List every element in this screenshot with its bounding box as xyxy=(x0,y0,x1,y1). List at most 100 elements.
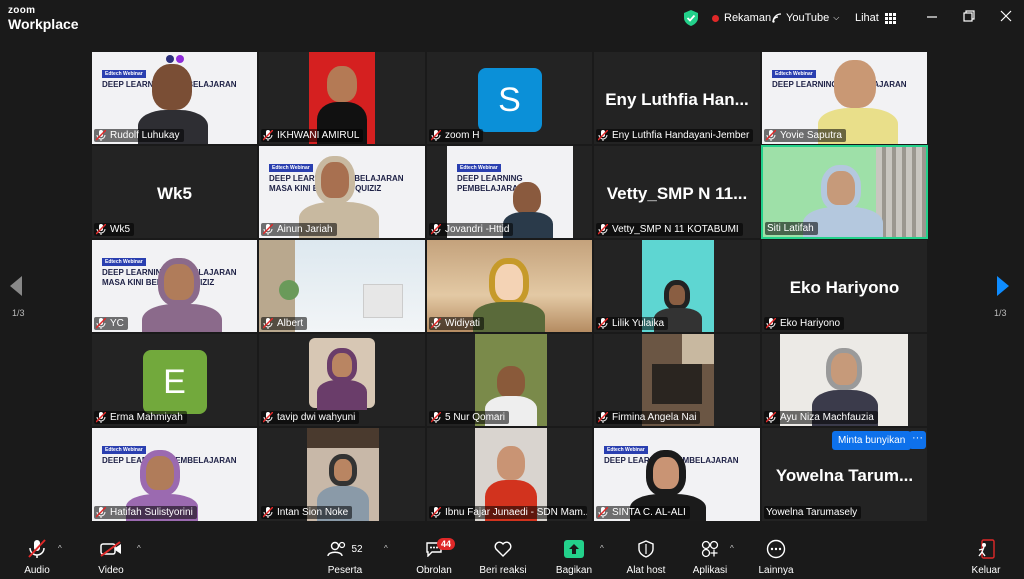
muted-mic-icon xyxy=(766,412,776,423)
participant-tile[interactable]: tavip dwi wahyuni xyxy=(258,333,426,427)
participants-options-caret-icon[interactable]: ^ xyxy=(384,544,388,553)
person-face xyxy=(152,64,192,110)
participant-tile[interactable]: Edtech Webinar DEEP LEARNING PEMBELAJARA… xyxy=(761,51,928,145)
leave-button[interactable]: Keluar xyxy=(968,538,1004,576)
video-off-icon xyxy=(100,541,121,557)
recording-indicator[interactable]: Rekaman xyxy=(712,12,771,24)
participants-button[interactable]: 52 Peserta xyxy=(326,538,364,576)
host-tools-button[interactable]: Alat host xyxy=(624,538,668,576)
muted-mic-icon xyxy=(28,539,46,558)
participant-nametag: Lilik Yulaika xyxy=(596,317,669,330)
participant-tile[interactable]: Ayu Niza Machfauzia xyxy=(761,333,928,427)
muted-mic-icon xyxy=(431,224,441,235)
restore-icon[interactable] xyxy=(962,9,976,23)
more-button[interactable]: Lainnya xyxy=(758,538,794,576)
view-button[interactable]: Lihat xyxy=(855,12,896,24)
participant-tile[interactable]: Eko Hariyono Eko Hariyono xyxy=(761,239,928,333)
participant-tile[interactable]: Edtech Webinar DEEP LEARNING PEMBELAJARA… xyxy=(91,239,258,333)
previous-page-arrow-icon[interactable] xyxy=(9,276,23,296)
muted-mic-icon xyxy=(431,130,441,141)
participant-tile[interactable]: Ibnu Fajar Junaedi - SDN Mam... xyxy=(426,427,593,522)
audio-options-caret-icon[interactable]: ^ xyxy=(58,544,62,553)
muted-mic-icon xyxy=(431,507,441,518)
video-options-caret-icon[interactable]: ^ xyxy=(137,544,141,553)
audio-button[interactable]: Audio xyxy=(20,538,54,576)
participant-display-name: Eko Hariyono xyxy=(789,278,900,297)
participant-tile[interactable]: Lilik Yulaika xyxy=(593,239,761,333)
muted-mic-icon xyxy=(96,507,106,518)
participant-nametag: Vetty_SMP N 11 KOTABUMI xyxy=(596,223,743,236)
page-indicator-left: 1/3 xyxy=(12,308,25,318)
participant-tile[interactable]: S zoom H xyxy=(426,51,593,145)
participant-tile[interactable]: Edtech Webinar DEEP LEARNING PEMBELAJARA… xyxy=(258,145,426,239)
muted-mic-icon xyxy=(96,412,106,423)
leave-icon xyxy=(978,539,995,559)
muted-mic-icon xyxy=(598,130,608,141)
participant-avatar: E xyxy=(142,350,207,414)
participants-icon xyxy=(327,541,346,557)
participant-tile[interactable]: Edtech Webinar DEEP LEARNING PEMBELAJARA… xyxy=(91,427,258,522)
livestream-icon xyxy=(772,13,782,23)
participant-tile[interactable]: Edtech Webinar DEEP LEARNING PEMBELAJARA… xyxy=(426,145,593,239)
participant-tile[interactable]: E Erma Mahmiyah xyxy=(91,333,258,427)
participant-tile[interactable]: Vetty_SMP N 11... Vetty_SMP N 11 KOTABUM… xyxy=(593,145,761,239)
participant-avatar: S xyxy=(477,68,542,132)
apps-options-caret-icon[interactable]: ^ xyxy=(730,544,734,553)
participant-nametag: Ayu Niza Machfauzia xyxy=(764,411,878,424)
next-page-arrow-icon[interactable] xyxy=(996,276,1010,296)
participant-tile[interactable]: Intan Sion Noke xyxy=(258,427,426,522)
reactions-button[interactable]: Beri reaksi xyxy=(478,538,528,576)
muted-mic-icon xyxy=(263,318,273,329)
muted-mic-icon xyxy=(96,224,106,235)
ask-to-unmute-button[interactable]: Minta bunyikan xyxy=(832,431,912,450)
recording-label: Rekaman xyxy=(724,12,772,24)
participant-nametag: Eny Luthfia Handayani-Jember xyxy=(596,129,754,142)
participant-tile[interactable]: 5 Nur Qomari xyxy=(426,333,593,427)
participant-tile[interactable]: Edtech Webinar DEEP LEARNING PEMBELAJARA… xyxy=(91,51,258,145)
more-options-button[interactable]: ··· xyxy=(909,431,926,449)
muted-mic-icon xyxy=(96,318,106,329)
apps-button[interactable]: Aplikasi xyxy=(691,538,729,576)
minimize-icon[interactable] xyxy=(925,9,939,23)
youtube-label: YouTube xyxy=(786,12,830,24)
encryption-shield-icon[interactable] xyxy=(684,10,698,26)
youtube-livestream-button[interactable]: YouTube ⌵ xyxy=(772,12,839,24)
participant-display-name: Eny Luthfia Han... xyxy=(605,90,749,109)
active-speaker-tile[interactable]: Siti Latifah xyxy=(761,145,928,239)
muted-mic-icon xyxy=(598,412,608,423)
page-indicator-right: 1/3 xyxy=(994,308,1007,318)
participant-tile[interactable]: IKHWANI AMIRUL xyxy=(258,51,426,145)
participant-display-name: Vetty_SMP N 11... xyxy=(606,184,748,203)
participant-video xyxy=(309,338,375,410)
participant-tile[interactable]: Firmina Angela Nai xyxy=(593,333,761,427)
slide-tag: Edtech Webinar xyxy=(102,70,146,78)
share-options-caret-icon[interactable]: ^ xyxy=(600,544,604,553)
participant-nametag: zoom H xyxy=(429,129,484,142)
view-label: Lihat xyxy=(855,12,879,24)
participant-nametag: Erma Mahmiyah xyxy=(94,411,187,424)
muted-mic-icon xyxy=(766,130,776,141)
muted-mic-icon xyxy=(263,130,273,141)
participant-nametag: Yovie Saputra xyxy=(764,129,846,142)
participant-tile[interactable]: Albert xyxy=(258,239,426,333)
logo-icon xyxy=(166,55,174,63)
participant-tile[interactable]: Widiyati xyxy=(426,239,593,333)
video-button[interactable]: Video xyxy=(94,538,128,576)
meeting-toolbar: Audio ^ Video ^ 52 Peserta ^ Obrolan Ber… xyxy=(0,534,1024,579)
share-screen-button[interactable]: Bagikan xyxy=(555,538,593,576)
muted-mic-icon xyxy=(431,412,441,423)
participant-nametag: Widiyati xyxy=(429,317,485,330)
record-dot-icon xyxy=(712,14,719,22)
participant-nametag: IKHWANI AMIRUL xyxy=(261,129,364,142)
apps-icon xyxy=(701,540,719,558)
participant-display-name: Yowelna Tarum... xyxy=(775,466,914,485)
participant-nametag: Siti Latifah xyxy=(765,222,818,235)
participant-tile[interactable]: Edtech Webinar DEEP LEARNING PEMBELAJARA… xyxy=(593,427,761,522)
participant-nametag: 5 Nur Qomari xyxy=(429,411,510,424)
participant-tile[interactable]: Eny Luthfia Han... Eny Luthfia Handayani… xyxy=(593,51,761,145)
title-bar: zoom Workplace Rekaman YouTube ⌵ Lihat xyxy=(0,0,1024,36)
participant-nametag: Albert xyxy=(261,317,308,330)
participant-nametag: SINTA C. AL-ALI xyxy=(596,506,690,519)
participant-tile[interactable]: Wk5 Wk5 xyxy=(91,145,258,239)
close-icon[interactable] xyxy=(999,9,1013,23)
